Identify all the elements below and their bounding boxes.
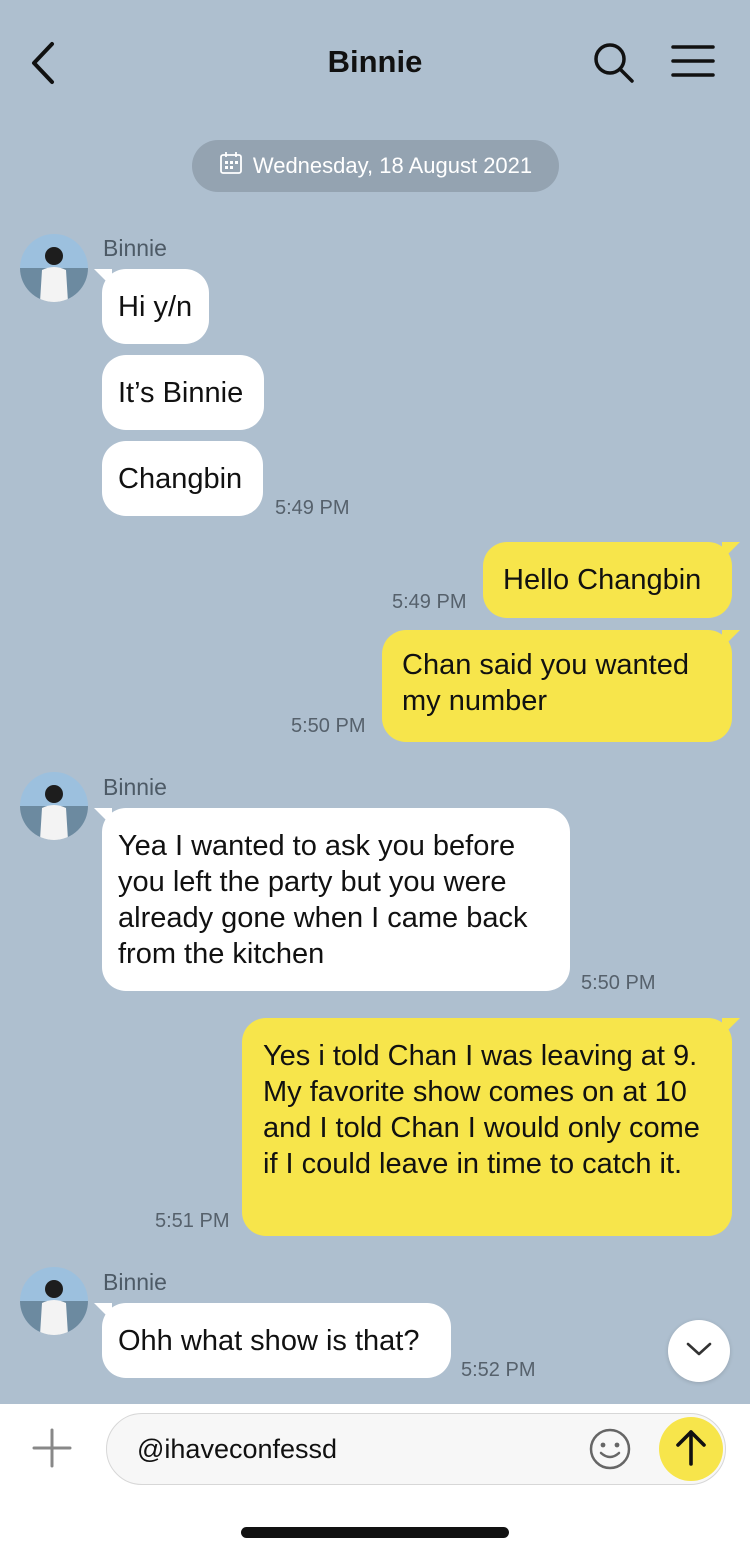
- message-bubble[interactable]: Yes i told Chan I was leaving at 9. My f…: [242, 1018, 740, 1236]
- scroll-down-button[interactable]: [668, 1320, 730, 1382]
- message-text: Yes i told Chan I was leaving at 9. My f…: [263, 1040, 700, 1180]
- message-bubble[interactable]: Ohh what show is that?: [94, 1303, 451, 1378]
- message-text: Hi y/n: [118, 290, 193, 323]
- message-time: 5:50 PM: [291, 715, 366, 737]
- search-icon[interactable]: [590, 40, 636, 86]
- menu-icon[interactable]: [670, 42, 716, 82]
- emoji-icon[interactable]: [587, 1426, 633, 1472]
- message-time: 5:49 PM: [392, 591, 467, 613]
- calendar-icon: [219, 151, 243, 181]
- message-input[interactable]: [137, 1414, 567, 1484]
- message-text: Hello Changbin: [503, 564, 702, 596]
- send-button[interactable]: [659, 1417, 723, 1481]
- plus-icon[interactable]: [30, 1426, 74, 1470]
- message-bubble[interactable]: Changbin: [102, 441, 263, 516]
- message-input-container: [106, 1413, 726, 1485]
- chevron-down-icon: [685, 1340, 713, 1363]
- message-text: Yea I wanted to ask you before you left …: [118, 830, 528, 970]
- chat-title: Binnie: [327, 44, 423, 79]
- message-text: Chan said you wanted my number: [402, 649, 689, 717]
- message-bubble[interactable]: Hi y/n: [94, 269, 209, 344]
- message-bubble[interactable]: Yea I wanted to ask you before you left …: [94, 808, 570, 991]
- chat-header: Binnie: [0, 0, 750, 125]
- message-time: 5:52 PM: [461, 1359, 536, 1381]
- sender-name: Binnie: [103, 1269, 167, 1295]
- date-separator-text: Wednesday, 18 August 2021: [252, 153, 533, 178]
- message-text: It’s Binnie: [118, 376, 244, 409]
- sender-name: Binnie: [103, 774, 167, 800]
- message-text: Ohh what show is that?: [118, 1324, 420, 1357]
- message-time: 5:49 PM: [275, 497, 350, 519]
- message-time: 5:50 PM: [581, 972, 656, 994]
- message-bubble[interactable]: Hello Changbin: [483, 542, 740, 618]
- avatar[interactable]: [20, 1267, 88, 1335]
- message-bubble[interactable]: Chan said you wanted my number: [382, 630, 740, 742]
- date-separator: Wednesday, 18 August 2021: [192, 140, 559, 192]
- avatar[interactable]: [20, 772, 88, 840]
- message-bubble[interactable]: It’s Binnie: [102, 355, 264, 430]
- avatar[interactable]: [20, 234, 88, 302]
- sender-name: Binnie: [103, 235, 167, 261]
- home-indicator[interactable]: [241, 1527, 509, 1538]
- message-text: Changbin: [118, 462, 243, 495]
- message-time: 5:51 PM: [155, 1210, 230, 1232]
- arrow-up-icon: [673, 1427, 709, 1472]
